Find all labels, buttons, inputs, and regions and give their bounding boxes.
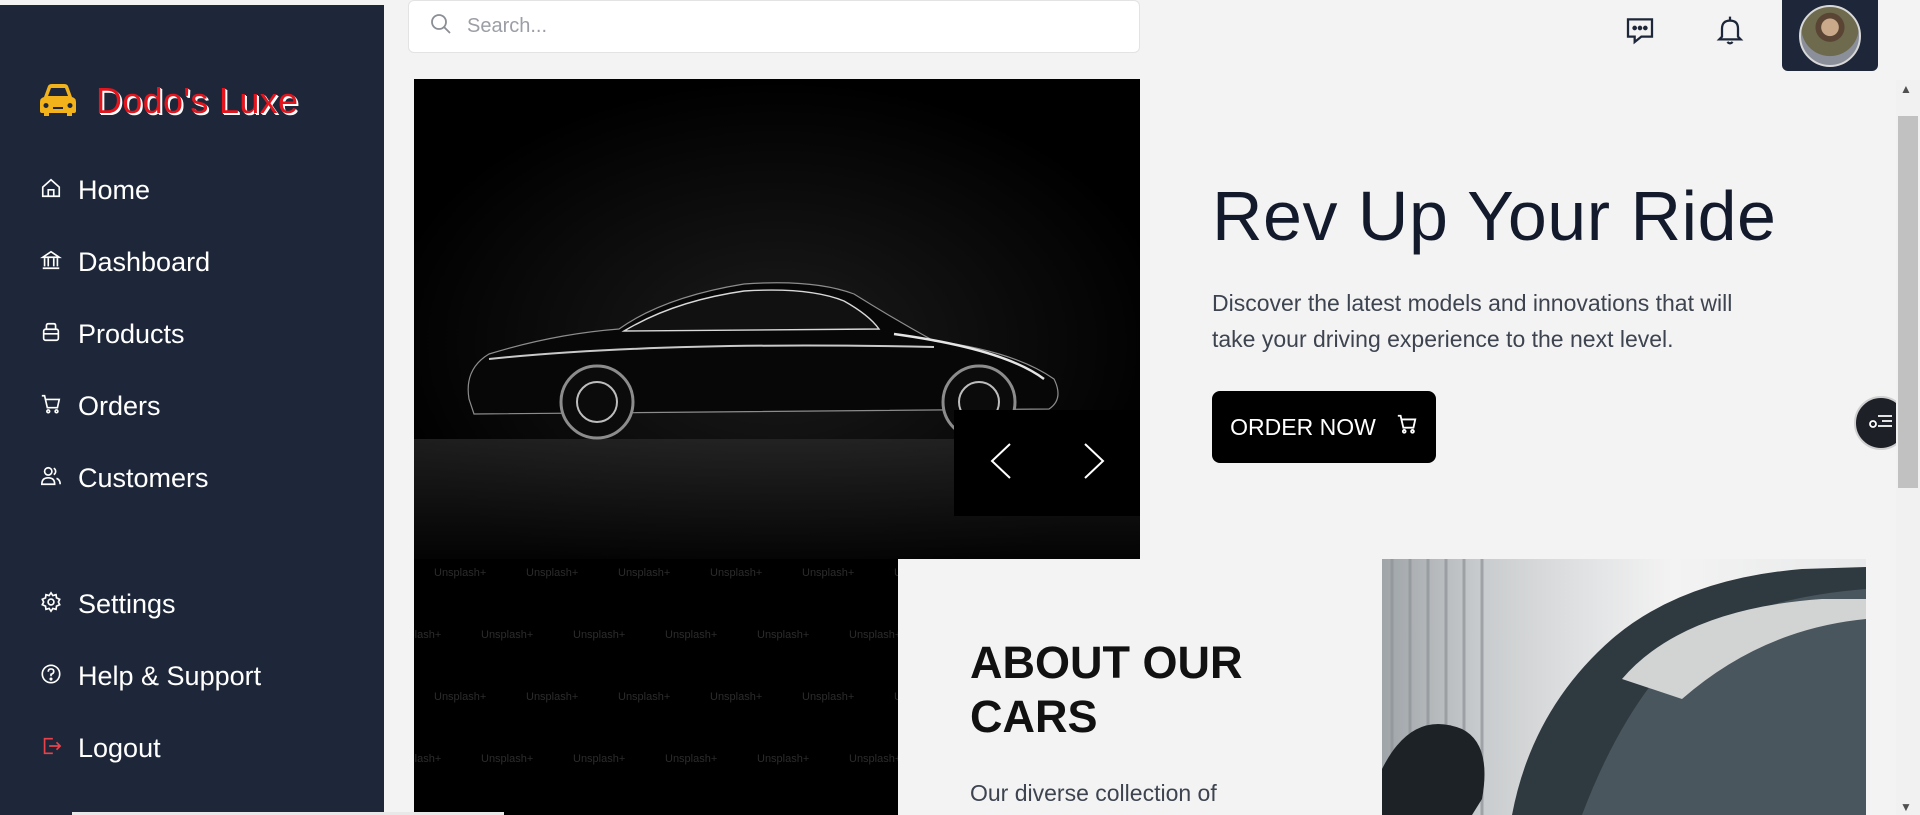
sidebar-item-home[interactable]: Home <box>40 175 150 206</box>
watermark-text: Unsplash+ <box>894 567 898 579</box>
watermark-text: Unsplash+ <box>618 567 671 579</box>
chat-button[interactable] <box>1620 12 1660 52</box>
notifications-button[interactable] <box>1710 12 1750 52</box>
carousel-prev-button[interactable] <box>954 410 1047 516</box>
search-bar[interactable] <box>408 0 1140 53</box>
watermark-text: Unsplash+ <box>710 691 763 703</box>
sidebar-item-label: Logout <box>78 733 161 763</box>
sidebar: Dodo's Luxe Home Dashboard Products Orde… <box>0 5 384 815</box>
watermark-text: Unsplash+ <box>757 753 810 765</box>
bell-icon <box>1714 14 1746 51</box>
customers-icon <box>40 463 62 494</box>
watermark-text: Unsplash+ <box>414 629 442 641</box>
settings-gear-icon <box>40 589 62 620</box>
brand-name: Dodo's Luxe <box>96 80 299 121</box>
sidebar-item-customers[interactable]: Customers <box>40 463 209 494</box>
dashboard-icon <box>40 247 62 278</box>
search-icon <box>429 12 453 41</box>
order-now-button[interactable]: ORDER NOW <box>1212 391 1436 463</box>
user-menu[interactable] <box>1782 0 1878 71</box>
watermark-text: Unsplash+ <box>434 567 487 579</box>
sidebar-item-settings[interactable]: Settings <box>40 589 176 620</box>
watermark-text: Unsplash+ <box>665 753 718 765</box>
watermark-text: Unsplash+ <box>802 691 855 703</box>
sidebar-item-label: Help & Support <box>78 661 262 691</box>
chevron-left-icon <box>988 441 1014 486</box>
watermark-text: Unsplash+ <box>573 629 626 641</box>
watermark-text: Unsplash+ <box>573 753 626 765</box>
hero-title: Rev Up Your Ride <box>1212 177 1777 255</box>
watermark-image: Unsplash+ Unsplash+ Unsplash+ Unsplash+ Unsp… <box>414 559 898 815</box>
watermark-text: Unsplash+ <box>481 753 534 765</box>
logout-icon <box>40 733 62 764</box>
products-icon <box>40 319 62 350</box>
scrollbar-thumb[interactable] <box>1898 116 1918 488</box>
watermark-text: Unsplash+ <box>849 753 898 765</box>
chat-icon <box>1624 14 1656 51</box>
sidebar-item-label: Orders <box>78 391 161 421</box>
hero-description: Discover the latest models and innovatio… <box>1212 290 1733 352</box>
sidebar-item-products[interactable]: Products <box>40 319 185 350</box>
watermark-text: Unsplash+ <box>849 629 898 641</box>
scroll-up-arrow[interactable]: ▲ <box>1900 82 1912 96</box>
about-title-text: ABOUT OUR CARS <box>970 637 1243 742</box>
orders-cart-icon <box>40 391 62 422</box>
watermark-text: Unsplash+ <box>414 753 442 765</box>
chevron-right-icon <box>1081 441 1107 486</box>
sidebar-item-label: Home <box>78 175 151 205</box>
watermark-text: Unsplash+ <box>526 567 579 579</box>
sidebar-item-label: Products <box>78 319 185 349</box>
cart-icon <box>1396 413 1418 441</box>
avatar[interactable] <box>1799 4 1861 67</box>
search-input[interactable] <box>467 15 1087 38</box>
car-closeup-image <box>1382 559 1866 815</box>
sidebar-item-dashboard[interactable]: Dashboard <box>40 247 210 278</box>
sidebar-item-help-support[interactable]: Help & Support <box>40 661 261 692</box>
home-icon <box>40 175 62 206</box>
scroll-down-arrow[interactable]: ▼ <box>1900 800 1912 814</box>
order-now-label: ORDER NOW <box>1230 413 1376 440</box>
about-title: ABOUT OUR CARS <box>970 636 1260 744</box>
menu-toggle-icon <box>1868 410 1894 437</box>
watermark-text: Unsplash+ <box>710 567 763 579</box>
car-icon <box>38 81 78 122</box>
sidebar-item-orders[interactable]: Orders <box>40 391 161 422</box>
watermark-text: Unsplash+ <box>665 629 718 641</box>
carousel-controls <box>954 410 1140 516</box>
watermark-text: Unsplash+ <box>481 629 534 641</box>
car-closeup-photo <box>1382 559 1866 815</box>
sidebar-item-label: Settings <box>78 589 176 619</box>
brand[interactable]: Dodo's Luxe <box>38 80 298 122</box>
watermark-text: Unsplash+ <box>526 691 579 703</box>
sidebar-item-label: Customers <box>78 463 209 493</box>
watermark-text: Unsplash+ <box>894 691 898 703</box>
watermark-text: Unsplash+ <box>757 629 810 641</box>
about-description: Our diverse collection of <box>970 780 1217 806</box>
carousel-next-button[interactable] <box>1047 410 1140 516</box>
sidebar-item-label: Dashboard <box>78 247 211 277</box>
watermark-text: Unsplash+ <box>802 567 855 579</box>
help-icon <box>40 661 62 692</box>
watermark-text: Unsplash+ <box>434 691 487 703</box>
sidebar-item-logout[interactable]: Logout <box>40 733 161 764</box>
watermark-text: Unsplash+ <box>618 691 671 703</box>
